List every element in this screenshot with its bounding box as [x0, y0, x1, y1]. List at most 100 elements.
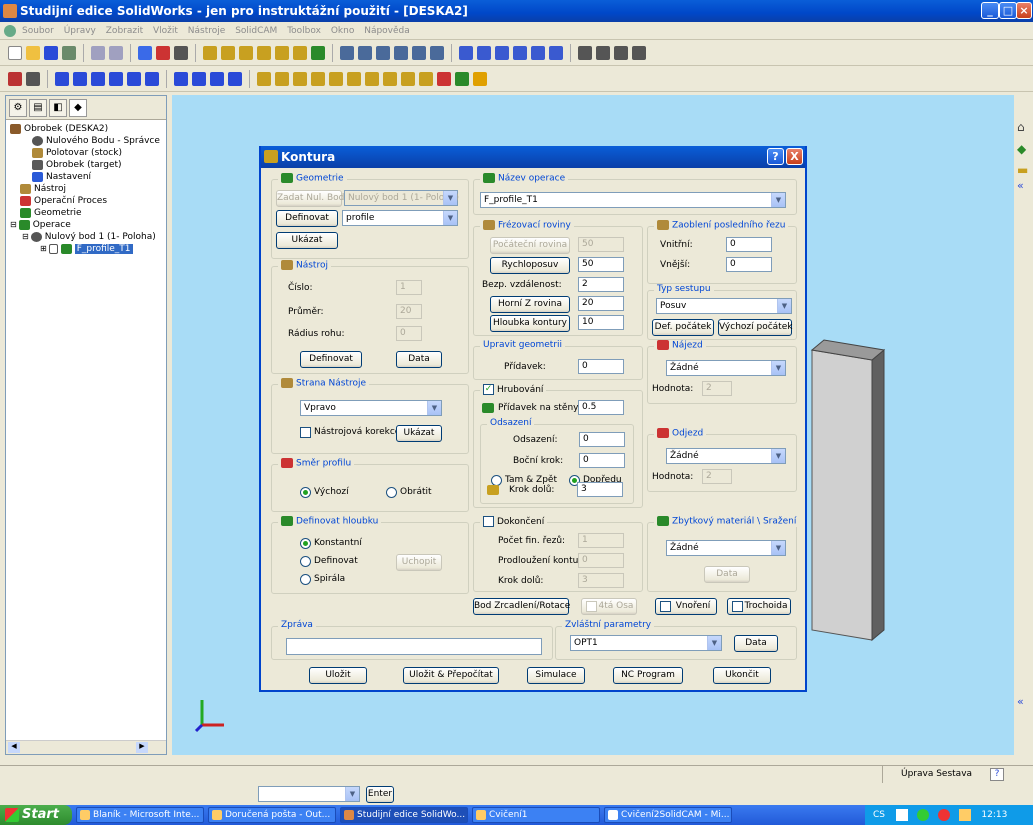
- solidcam-icon[interactable]: [383, 71, 397, 86]
- status-help-icon[interactable]: ?: [990, 768, 1004, 781]
- trochoida-checkbox[interactable]: [732, 601, 743, 612]
- solidcam-icon[interactable]: [437, 71, 451, 86]
- feature-icon[interactable]: [239, 45, 253, 60]
- zoom-icon[interactable]: [376, 45, 390, 60]
- dropdown-arrow-icon[interactable]: ▼: [777, 299, 791, 313]
- konstantni-radio[interactable]: [300, 538, 311, 549]
- collapse-icon[interactable]: ⊟: [10, 220, 17, 229]
- home-icon[interactable]: ⌂: [1017, 120, 1025, 134]
- odsazeni-field[interactable]: 0: [579, 432, 625, 447]
- rebuild-icon[interactable]: [156, 45, 170, 60]
- tree-item-selected[interactable]: ⊞ F_profile_T1: [10, 243, 166, 255]
- minimize-button[interactable]: _: [981, 2, 999, 19]
- menu-vlozit[interactable]: Vložit: [153, 26, 178, 36]
- tray-icon[interactable]: [937, 808, 950, 821]
- zadat-nul-bod-button[interactable]: Zadat Nul. Bod: [276, 190, 344, 207]
- solidcam-icon[interactable]: [329, 71, 343, 86]
- tree-item[interactable]: Obrobek (DESKA2): [10, 123, 166, 135]
- save-icon[interactable]: [44, 45, 58, 60]
- solidcam-icon[interactable]: [455, 71, 469, 86]
- language-indicator[interactable]: CS: [873, 810, 885, 820]
- zbytkovy-data-button[interactable]: Data: [704, 566, 750, 583]
- dropdown-arrow-icon[interactable]: ▼: [771, 193, 785, 207]
- zprava-field[interactable]: [286, 638, 542, 655]
- close-window-button[interactable]: ×: [1016, 2, 1032, 19]
- vychozi-radio[interactable]: [300, 487, 311, 498]
- solidcam-icon[interactable]: [275, 71, 289, 86]
- solidcam-icon[interactable]: [473, 71, 487, 86]
- tray-icon[interactable]: [916, 808, 929, 821]
- solidcam-icon[interactable]: [311, 71, 325, 86]
- zoom-icon[interactable]: [394, 45, 408, 60]
- rectangle-icon[interactable]: [73, 71, 87, 86]
- rychloposuv-button[interactable]: Rychloposuv: [490, 257, 570, 274]
- spirala-radio[interactable]: [300, 574, 311, 585]
- select-icon[interactable]: [138, 45, 152, 60]
- window-title-bar[interactable]: Studijní edice SolidWorks - jen pro inst…: [0, 0, 1033, 22]
- tray-icon[interactable]: [958, 808, 971, 821]
- help-button[interactable]: ?: [767, 148, 784, 165]
- dropdown-arrow-icon[interactable]: ▼: [771, 361, 785, 375]
- dropdown-arrow-icon[interactable]: ▼: [427, 401, 441, 415]
- ulozit-prepocitat-button[interactable]: Uložit & Přepočítat: [403, 667, 499, 684]
- display-icon[interactable]: [549, 45, 563, 60]
- property-tab[interactable]: ▤: [29, 99, 47, 117]
- radius-field[interactable]: 0: [396, 326, 422, 341]
- mirror-icon[interactable]: [174, 71, 188, 86]
- view-icon[interactable]: [340, 45, 354, 60]
- checkbox-icon[interactable]: [48, 243, 58, 254]
- krok-dolu-field[interactable]: 3: [577, 482, 623, 497]
- feature-icon[interactable]: [275, 45, 289, 60]
- najezd-select[interactable]: Žádné ▼: [666, 360, 786, 376]
- tree-item[interactable]: Nulového Bodu - Správce: [10, 135, 166, 147]
- display-icon[interactable]: [513, 45, 527, 60]
- dialog-title-bar[interactable]: Kontura ? X: [261, 146, 805, 168]
- pocatecni-rovina-field[interactable]: 50: [578, 237, 624, 252]
- vnoreni-checkbox[interactable]: [660, 601, 671, 612]
- task-cviceni1[interactable]: Cvičení1: [472, 807, 600, 823]
- smart-dimension-icon[interactable]: [26, 71, 40, 86]
- tree-item[interactable]: Obrobek (target): [10, 159, 166, 171]
- library-icon[interactable]: ◆: [1017, 142, 1026, 156]
- display-icon[interactable]: [531, 45, 545, 60]
- definovat-geometrie-button[interactable]: Definovat: [276, 210, 338, 227]
- pocet-fin-rezu-field[interactable]: 1: [578, 533, 624, 548]
- display-icon[interactable]: [477, 45, 491, 60]
- nazev-operace-select[interactable]: F_profile_T1 ▼: [480, 192, 786, 208]
- nc-program-button[interactable]: NC Program: [613, 667, 683, 684]
- options-icon[interactable]: [174, 45, 188, 60]
- simulace-button[interactable]: Simulace: [527, 667, 585, 684]
- clock[interactable]: 12:13: [981, 810, 1007, 820]
- zoom-icon[interactable]: [358, 45, 372, 60]
- ukazat-geometrie-button[interactable]: Ukázat: [276, 232, 338, 249]
- feature-icon[interactable]: [257, 45, 271, 60]
- display-icon[interactable]: [495, 45, 509, 60]
- bezp-vzdalenost-field[interactable]: 2: [578, 277, 624, 292]
- folder-icon[interactable]: ▬: [1017, 163, 1028, 177]
- definovat-hloubka-radio[interactable]: [300, 556, 311, 567]
- pocatecni-rovina-button[interactable]: Počáteční rovina: [490, 237, 570, 254]
- data-nastroj-button[interactable]: Data: [396, 351, 442, 368]
- ukazat-strana-button[interactable]: Ukázat: [396, 425, 442, 442]
- section-icon[interactable]: [632, 45, 646, 60]
- dokonceni-checkbox[interactable]: [483, 516, 494, 527]
- vnejsi-field[interactable]: 0: [726, 257, 772, 272]
- open-file-icon[interactable]: [26, 45, 40, 60]
- pridavek-field[interactable]: 0: [578, 359, 624, 374]
- menu-napoveda[interactable]: Nápověda: [364, 26, 410, 36]
- spline-icon[interactable]: [127, 71, 141, 86]
- hrubovani-checkbox[interactable]: ✓: [483, 384, 494, 395]
- config-tab[interactable]: ◧: [49, 99, 67, 117]
- point-icon[interactable]: [145, 71, 159, 86]
- maximize-button[interactable]: □: [999, 2, 1017, 19]
- menu-soubor[interactable]: Soubor: [22, 26, 54, 36]
- prumer-field[interactable]: 20: [396, 304, 422, 319]
- dropdown-arrow-icon[interactable]: ▼: [707, 636, 721, 650]
- strana-select[interactable]: Vpravo ▼: [300, 400, 442, 416]
- relations-icon[interactable]: [228, 71, 242, 86]
- solidcam-icon[interactable]: [365, 71, 379, 86]
- section-icon[interactable]: [596, 45, 610, 60]
- horni-z-rovina-button[interactable]: Horní Z rovina: [490, 296, 570, 313]
- sketch-icon[interactable]: [8, 71, 22, 86]
- section-icon[interactable]: [614, 45, 628, 60]
